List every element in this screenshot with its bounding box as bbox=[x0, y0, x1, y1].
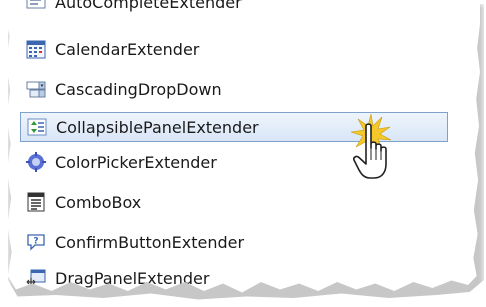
toolbox-item-label: ColorPickerExtender bbox=[55, 152, 217, 172]
toolbox-item-label: CollapsiblePanelExtender bbox=[56, 117, 259, 137]
toolbox-item-label: ConfirmButtonExtender bbox=[55, 232, 245, 252]
combobox-icon bbox=[26, 192, 46, 212]
toolbox-item-label: CalendarExtender bbox=[55, 39, 200, 59]
svg-text:?: ? bbox=[33, 237, 38, 247]
toolbox-item-combobox[interactable]: ComboBox bbox=[20, 188, 460, 216]
calendar-icon bbox=[26, 39, 46, 59]
autocomplete-icon bbox=[26, 0, 46, 12]
toolbox-item-label: AutoCompleteExtender bbox=[55, 0, 242, 12]
toolbox-item-label: ComboBox bbox=[55, 192, 142, 212]
dropdown-icon bbox=[26, 79, 46, 99]
toolbox-item-calendar[interactable]: CalendarExtender bbox=[20, 35, 460, 63]
hand-pointer-icon bbox=[353, 123, 387, 179]
collapsible-panel-icon bbox=[27, 117, 47, 137]
click-hand-cursor bbox=[338, 108, 418, 188]
toolbox-item-confirm-button[interactable]: ? ConfirmButtonExtender bbox=[20, 228, 460, 256]
toolbox-item-autocomplete[interactable]: AutoCompleteExtender bbox=[20, 0, 460, 16]
color-picker-icon bbox=[26, 152, 46, 172]
toolbox-item-label: CascadingDropDown bbox=[55, 79, 222, 99]
toolbox-item-cascading-dropdown[interactable]: CascadingDropDown bbox=[20, 75, 460, 103]
confirm-button-icon: ? bbox=[26, 232, 46, 252]
toolbox-item-drag-panel[interactable]: DragPanelExtender bbox=[20, 264, 460, 292]
